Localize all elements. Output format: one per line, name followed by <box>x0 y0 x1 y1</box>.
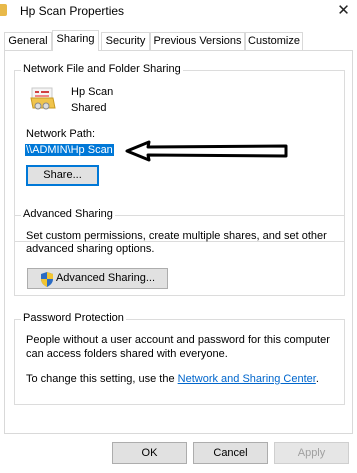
folder-icon <box>0 4 7 16</box>
advanced-sharing-desc-1: Set custom permissions, create multiple … <box>26 230 327 242</box>
network-path-label: Network Path: <box>26 128 96 140</box>
advanced-sharing-group: Advanced Sharing Set custom permissions,… <box>14 208 345 296</box>
network-sharing-center-link[interactable]: Network and Sharing Center <box>178 373 316 385</box>
password-change-suffix: . <box>315 373 319 385</box>
password-change-prefix: To change this setting, use the <box>26 373 178 385</box>
password-protection-desc-1: People without a user account and passwo… <box>26 334 330 346</box>
folder-name: Hp Scan <box>71 86 114 98</box>
apply-button[interactable]: Apply <box>274 442 349 464</box>
network-path-selected-text[interactable]: \\ADMIN\Hp Scan <box>25 144 114 156</box>
uac-shield-icon <box>40 272 54 287</box>
tab-customize[interactable]: Customize <box>245 32 303 50</box>
advanced-sharing-desc-2: advanced sharing options. <box>26 243 155 255</box>
password-change-line: To change this setting, use the Network … <box>26 373 319 385</box>
tab-security[interactable]: Security <box>101 32 150 50</box>
sharing-panel: Network File and Folder Sharing Hp Scan … <box>4 50 353 434</box>
share-button[interactable]: Share... <box>26 165 99 186</box>
tab-previous-versions[interactable]: Previous Versions <box>150 32 245 50</box>
password-protection-group: Password Protection People without a use… <box>14 312 345 405</box>
ok-button[interactable]: OK <box>112 442 187 464</box>
advanced-sharing-button[interactable]: Advanced Sharing... <box>27 268 168 289</box>
tab-sharing[interactable]: Sharing <box>52 30 99 51</box>
network-path-value[interactable]: \\ADMIN\Hp Scan <box>25 144 114 156</box>
network-sharing-heading: Network File and Folder Sharing <box>21 63 183 75</box>
share-status: Shared <box>71 102 107 114</box>
annotation-arrow-icon <box>124 139 290 163</box>
advanced-sharing-button-label: Advanced Sharing... <box>55 272 156 284</box>
window-title: Hp Scan Properties <box>20 4 125 18</box>
shared-folder-icon <box>29 86 59 112</box>
advanced-sharing-heading: Advanced Sharing <box>21 208 115 220</box>
title-bar: Hp Scan Properties ✕ <box>0 0 357 24</box>
password-protection-desc-2: can access folders shared with everyone. <box>26 348 228 360</box>
close-icon[interactable]: ✕ <box>330 0 357 22</box>
password-protection-heading: Password Protection <box>21 312 126 324</box>
tab-strip: General Sharing Security Previous Versio… <box>0 30 357 51</box>
cancel-button[interactable]: Cancel <box>193 442 268 464</box>
tab-general[interactable]: General <box>4 32 52 50</box>
